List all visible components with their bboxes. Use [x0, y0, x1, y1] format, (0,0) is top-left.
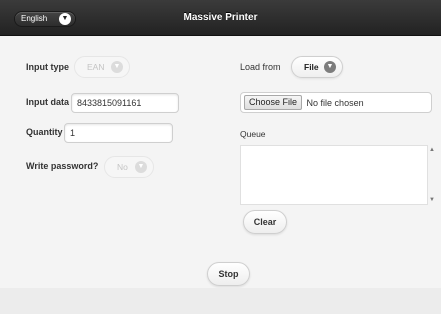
load-from-value: File	[304, 62, 319, 72]
queue-label: Queue	[240, 129, 266, 139]
chevron-down-icon: ▼	[111, 61, 123, 73]
quantity-label: Quantity	[26, 127, 63, 137]
input-type-value: EAN	[87, 62, 105, 72]
clear-button[interactable]: Clear	[243, 210, 287, 234]
header-bar: English ▼ Massive Printer	[0, 0, 441, 36]
load-from-label: Load from	[240, 62, 281, 72]
write-password-select[interactable]: No ▼	[104, 156, 154, 178]
quantity-field[interactable]: 1	[64, 123, 173, 143]
chevron-down-icon: ▼	[324, 61, 336, 73]
page-title: Massive Printer	[183, 12, 258, 23]
write-password-value: No	[117, 162, 128, 172]
input-type-select[interactable]: EAN ▼	[74, 56, 130, 78]
load-from-select[interactable]: File ▼	[291, 56, 343, 78]
input-data-field[interactable]: 8433815091161	[71, 93, 179, 113]
footer-area	[0, 288, 441, 314]
input-data-label: Input data	[26, 97, 69, 107]
chevron-down-icon: ▼	[135, 161, 147, 173]
input-type-label: Input type	[26, 62, 69, 72]
choose-file-button[interactable]: Choose File	[244, 95, 303, 110]
file-input[interactable]: Choose File No file chosen	[240, 92, 432, 113]
file-status: No file chosen	[306, 97, 364, 108]
scroll-down-icon[interactable]: ▼	[429, 197, 435, 203]
scroll-up-icon[interactable]: ▲	[429, 147, 435, 153]
queue-textarea[interactable]	[240, 145, 428, 205]
queue-scrollbar[interactable]: ▲ ▼	[428, 145, 436, 205]
write-password-label: Write password?	[26, 161, 99, 171]
stop-button[interactable]: Stop	[207, 262, 250, 286]
